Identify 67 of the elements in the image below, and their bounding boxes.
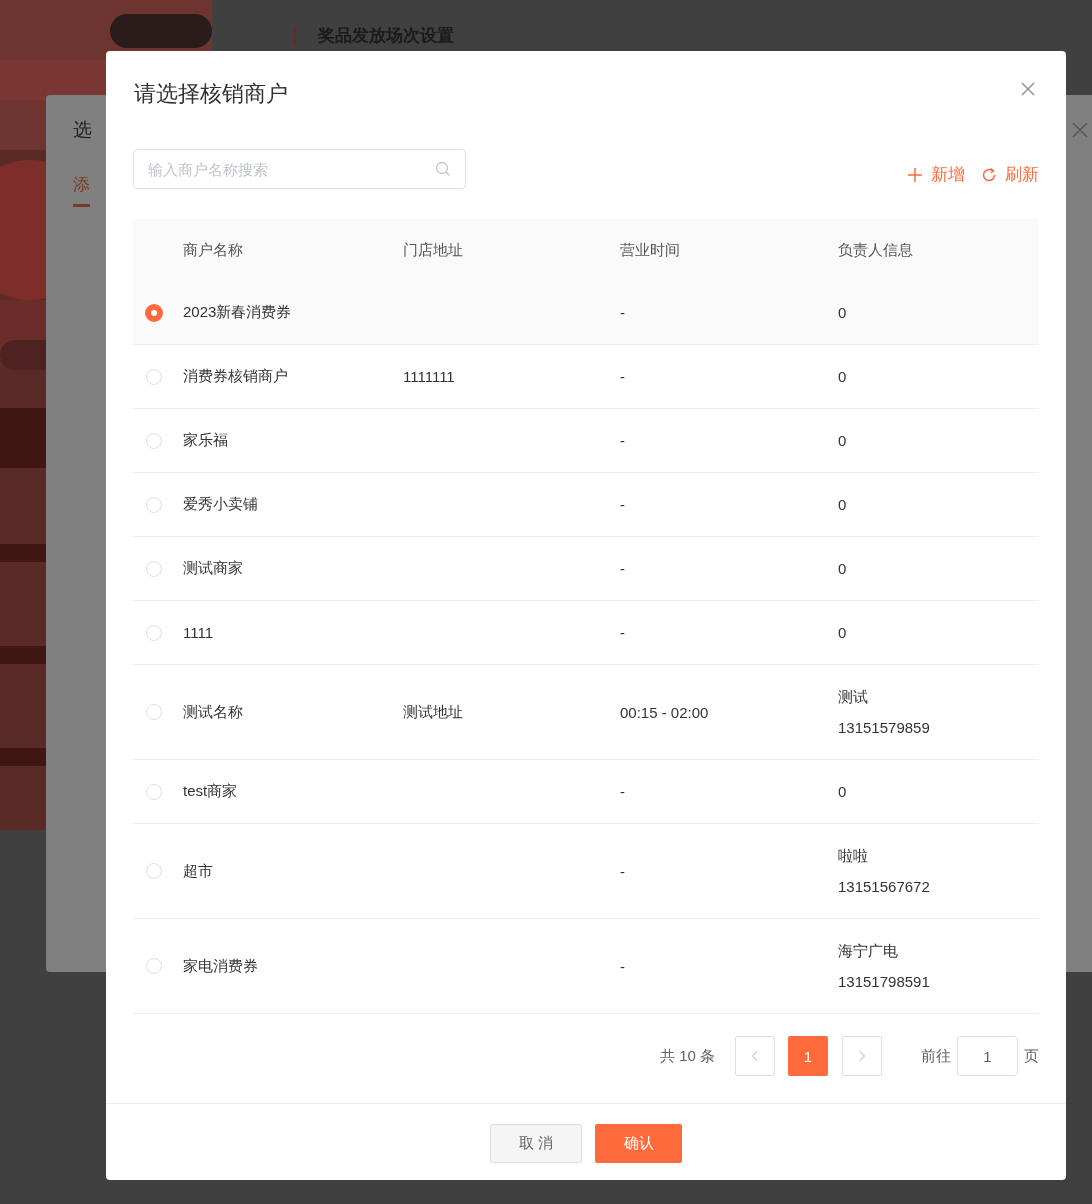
plus-icon <box>907 166 923 183</box>
table-cell-text: - <box>620 304 626 321</box>
table-cell-text: 0 <box>838 782 848 802</box>
cancel-button[interactable]: 取 消 <box>490 1124 582 1163</box>
table-row[interactable]: 2023新春消费券 - 0 <box>133 281 1039 345</box>
table-cell-text: 测试名称 <box>183 702 244 722</box>
table-cell-text: 超市 <box>183 861 214 881</box>
chevron-right-icon <box>858 1049 866 1063</box>
table-row[interactable]: 超市 - 啦啦 13151567672 <box>133 824 1039 919</box>
table-cell-text: 测试地址 <box>403 702 464 722</box>
next-page-button[interactable] <box>842 1036 882 1076</box>
table-row[interactable]: 消费券核销商户 1111111 - 0 <box>133 345 1039 409</box>
dialog-title: 选 <box>73 118 92 142</box>
previous-page-button[interactable] <box>735 1036 775 1076</box>
table-row[interactable]: 爱秀小卖铺 - 0 <box>133 473 1039 537</box>
table-cell-text: 1111 <box>183 624 215 641</box>
page-suffix: 页 <box>1024 1046 1039 1066</box>
table-cell-text: 00:15 - 02:00 <box>620 703 710 721</box>
table-cell-text: 13151567672 <box>838 877 931 897</box>
column-header: 商户名称 <box>183 240 244 260</box>
table-row[interactable]: 家电消费券 - 海宁广电 13151798591 <box>133 919 1039 1014</box>
refresh-icon <box>981 166 997 183</box>
column-header: 负责人信息 <box>838 240 914 260</box>
table-cell-text: 爱秀小卖铺 <box>183 495 259 514</box>
table-cell-text: 0 <box>838 367 848 387</box>
table-cell-text: 测试商家 <box>183 559 244 578</box>
table-cell-text: 啦啦 <box>838 846 869 866</box>
table-row[interactable]: 家乐福 - 0 <box>133 409 1039 473</box>
table-cell-text: - <box>620 432 626 449</box>
table-cell-text: 0 <box>838 623 848 643</box>
total-count: 共 10 条 <box>659 1046 715 1066</box>
table-row[interactable]: 测试商家 - 0 <box>133 537 1039 601</box>
search-field[interactable]: 输入商户名称搜索 <box>133 149 466 189</box>
chevron-left-icon <box>751 1049 759 1063</box>
table-cell-text: 0 <box>838 303 848 323</box>
close-icon[interactable] <box>1021 82 1035 96</box>
table-cell-text: 0 <box>838 431 848 451</box>
table-cell-text: - <box>620 957 626 975</box>
table-cell-text: 13151798591 <box>838 972 931 992</box>
table-cell-text: - <box>620 560 626 577</box>
table-row[interactable]: test商家 - 0 <box>133 760 1039 824</box>
table-cell-text: 消费券核销商户 <box>183 367 289 386</box>
table-cell-text: - <box>620 783 626 800</box>
table-cell-text: 海宁广电 <box>838 941 899 961</box>
table-cell-text: 13151579859 <box>838 718 931 738</box>
table-cell-text: 2023新春消费券 <box>183 303 293 322</box>
table-cell-text: test商家 <box>183 782 239 801</box>
table-cell-text: - <box>620 862 626 880</box>
search-icon <box>435 161 451 177</box>
close-icon[interactable] <box>1072 122 1088 138</box>
table-cell-text: 家乐福 <box>183 431 229 450</box>
radio-button[interactable] <box>145 303 163 322</box>
table-cell-text: 0 <box>838 559 848 579</box>
goto-label: 前往 <box>921 1046 951 1066</box>
column-header: 门店地址 <box>403 240 464 260</box>
table-cell-text: 测试 <box>838 687 869 707</box>
table-cell-text: 0 <box>838 495 848 515</box>
column-header: 营业时间 <box>620 240 681 260</box>
table-cell-text: - <box>620 496 626 513</box>
table-row[interactable]: 1111 - 0 <box>133 601 1039 665</box>
table-cell-text: - <box>620 368 626 385</box>
table-cell-text: 1111111 <box>403 368 456 385</box>
table-row[interactable]: 测试名称 测试地址 00:15 - 02:00 测试 13151579859 <box>133 665 1039 760</box>
dialog-title: 请选择核销商户 <box>134 80 288 108</box>
table-cell-text: - <box>620 624 626 641</box>
page-input[interactable]: 1 <box>957 1036 1018 1076</box>
table-cell-text: 家电消费券 <box>183 956 259 976</box>
